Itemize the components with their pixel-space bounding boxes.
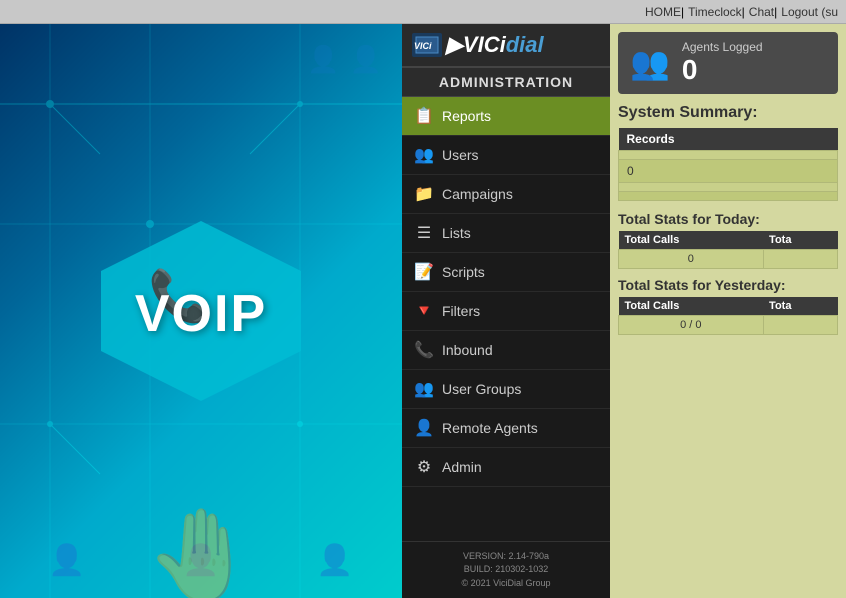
nav-chat[interactable]: Chat bbox=[749, 5, 774, 19]
total-other-header-yesterday: Tota bbox=[763, 297, 837, 316]
inbound-label: Inbound bbox=[442, 342, 598, 358]
campaigns-label: Campaigns bbox=[442, 186, 598, 202]
sidebar-footer: VERSION: 2.14-790a BUILD: 210302-1032 © … bbox=[402, 541, 610, 598]
summary-cell-3 bbox=[619, 183, 838, 192]
remote-agents-label: Remote Agents bbox=[442, 420, 598, 436]
total-calls-yesterday: 0 / 0 bbox=[619, 316, 764, 335]
nav-item-reports[interactable]: 📋 Reports bbox=[402, 97, 610, 136]
agents-logged-box: 👥 Agents Logged 0 bbox=[618, 32, 838, 94]
filters-icon: 🔻 bbox=[414, 301, 434, 321]
total-yesterday-title: Total Stats for Yesterday: bbox=[618, 277, 838, 293]
filters-label: Filters bbox=[442, 303, 598, 319]
logo-text: ▶VICidial bbox=[446, 32, 544, 58]
total-calls-today: 0 bbox=[619, 250, 764, 269]
nav-item-admin[interactable]: ⚙ Admin bbox=[402, 448, 610, 487]
users-label: Users bbox=[442, 147, 598, 163]
records-header: Records bbox=[619, 128, 838, 151]
summary-cell-4 bbox=[619, 192, 838, 201]
total-today-title: Total Stats for Today: bbox=[618, 211, 838, 227]
total-other-today bbox=[763, 250, 837, 269]
table-row bbox=[619, 192, 838, 201]
inbound-icon: 📞 bbox=[414, 340, 434, 360]
user-groups-icon: 👥 bbox=[414, 379, 434, 399]
total-yesterday-table: Total Calls Tota 0 / 0 bbox=[618, 297, 838, 335]
right-content-panel: 👥 Agents Logged 0 System Summary: Record… bbox=[610, 24, 846, 598]
lists-label: Lists bbox=[442, 225, 598, 241]
total-calls-header-today: Total Calls bbox=[619, 231, 764, 250]
logo-icon-svg: VICi bbox=[412, 33, 442, 57]
summary-table: Records 0 bbox=[618, 128, 838, 201]
total-other-header-today: Tota bbox=[763, 231, 837, 250]
system-summary-title: System Summary: bbox=[618, 104, 838, 122]
nav-menu: 📋 Reports 👥 Users 📁 Campaigns ☰ Lists 📝 … bbox=[402, 97, 610, 541]
table-row bbox=[619, 183, 838, 192]
admin-icon: ⚙ bbox=[414, 457, 434, 477]
nav-item-remote-agents[interactable]: 👤 Remote Agents bbox=[402, 409, 610, 448]
nav-item-campaigns[interactable]: 📁 Campaigns bbox=[402, 175, 610, 214]
svg-text:VICi: VICi bbox=[414, 41, 432, 51]
logo-dial: dial bbox=[506, 32, 544, 57]
top-figures: 👤 👤 bbox=[307, 44, 382, 75]
admin-label: Admin bbox=[442, 459, 598, 475]
build-text: BUILD: 210302-1032 bbox=[412, 563, 600, 577]
left-image-panel: 📞 VOIP 👤 👤 👤 👤 👤 🤚 bbox=[0, 24, 402, 598]
reports-label: Reports bbox=[442, 108, 598, 124]
table-row: 0 bbox=[619, 250, 838, 269]
summary-cell-2: 0 bbox=[619, 160, 838, 183]
total-calls-header-yesterday: Total Calls bbox=[619, 297, 764, 316]
lists-icon: ☰ bbox=[414, 223, 434, 243]
voip-label: VOIP bbox=[135, 284, 267, 344]
agents-info: Agents Logged 0 bbox=[682, 40, 763, 86]
admin-title: ADMINISTRATION bbox=[402, 68, 610, 97]
table-row bbox=[619, 151, 838, 160]
remote-agents-icon: 👤 bbox=[414, 418, 434, 438]
reports-icon: 📋 bbox=[414, 106, 434, 126]
scripts-label: Scripts bbox=[442, 264, 598, 280]
users-icon: 👥 bbox=[414, 145, 434, 165]
main-body: 📞 VOIP 👤 👤 👤 👤 👤 🤚 VICi ▶VICidial bbox=[0, 24, 846, 598]
nav-item-scripts[interactable]: 📝 Scripts bbox=[402, 253, 610, 292]
logo-vici: ▶VICi bbox=[446, 32, 506, 57]
hand-icon: 🤚 bbox=[145, 503, 257, 598]
agents-count: 0 bbox=[682, 54, 763, 86]
total-other-yesterday bbox=[763, 316, 837, 335]
top-navigation: HOME | Timeclock | Chat | Logout (su bbox=[0, 0, 846, 24]
nav-item-lists[interactable]: ☰ Lists bbox=[402, 214, 610, 253]
agents-icon: 👥 bbox=[630, 44, 670, 82]
table-row: 0 bbox=[619, 160, 838, 183]
copyright-text: © 2021 ViciDial Group bbox=[412, 577, 600, 591]
sidebar: VICi ▶VICidial ADMINISTRATION 📋 Reports … bbox=[402, 24, 610, 598]
table-row: 0 / 0 bbox=[619, 316, 838, 335]
user-groups-label: User Groups bbox=[442, 381, 598, 397]
nav-timeclock[interactable]: Timeclock bbox=[688, 5, 742, 19]
campaigns-icon: 📁 bbox=[414, 184, 434, 204]
nav-logout[interactable]: Logout (su bbox=[781, 5, 838, 19]
version-text: VERSION: 2.14-790a bbox=[412, 550, 600, 564]
sidebar-logo: VICi ▶VICidial bbox=[402, 24, 610, 68]
nav-home[interactable]: HOME bbox=[645, 5, 681, 19]
nav-item-user-groups[interactable]: 👥 User Groups bbox=[402, 370, 610, 409]
scripts-icon: 📝 bbox=[414, 262, 434, 282]
nav-item-users[interactable]: 👥 Users bbox=[402, 136, 610, 175]
summary-cell-1 bbox=[619, 151, 838, 160]
agents-label: Agents Logged bbox=[682, 40, 763, 54]
nav-item-inbound[interactable]: 📞 Inbound bbox=[402, 331, 610, 370]
total-today-table: Total Calls Tota 0 bbox=[618, 231, 838, 269]
nav-item-filters[interactable]: 🔻 Filters bbox=[402, 292, 610, 331]
